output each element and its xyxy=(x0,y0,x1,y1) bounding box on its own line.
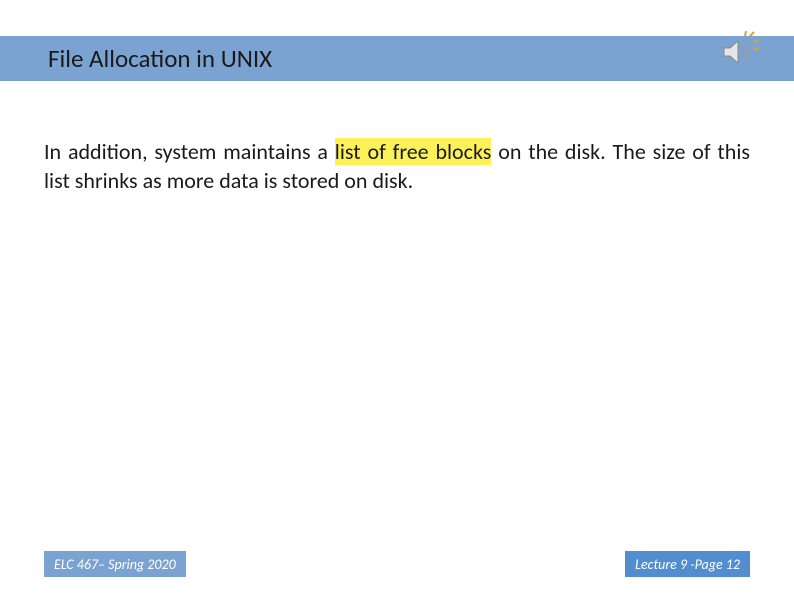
footer: ELC 467– Spring 2020 Lecture 9 -Page 12 xyxy=(0,551,794,577)
title-bar: File Allocation in UNIX xyxy=(0,36,794,81)
slide: File Allocation in UNIX In addition, sys… xyxy=(0,0,794,595)
body-text-before: In addition, system maintains a xyxy=(44,138,335,165)
speaker-icon[interactable] xyxy=(718,30,762,74)
footer-left: ELC 467– Spring 2020 xyxy=(44,551,186,577)
slide-title: File Allocation in UNIX xyxy=(0,43,272,74)
footer-right: Lecture 9 -Page 12 xyxy=(625,551,750,577)
body-paragraph: In addition, system maintains a list of … xyxy=(44,138,750,195)
body-highlight: list of free blocks xyxy=(335,138,492,165)
